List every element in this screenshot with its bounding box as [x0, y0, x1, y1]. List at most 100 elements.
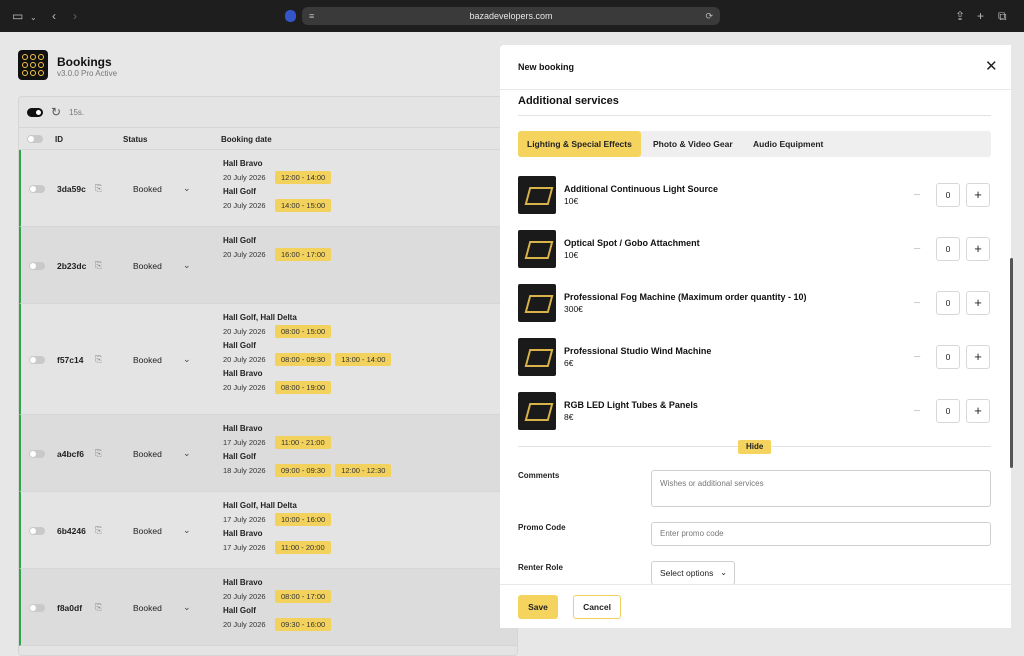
status-value[interactable]: Booked [133, 526, 162, 536]
close-icon[interactable]: ✕ [985, 57, 998, 75]
sidebar-toggle-icon[interactable]: ▭ [12, 9, 23, 23]
chevron-down-icon[interactable]: ⌄ [183, 260, 191, 271]
decrement-button[interactable]: − [906, 183, 928, 207]
chevron-down-icon[interactable]: ⌄ [183, 602, 191, 613]
service-name: Professional Studio Wind Machine [564, 346, 712, 356]
forward-icon[interactable]: › [73, 9, 77, 23]
hall-name: Hall Golf [223, 341, 256, 350]
decrement-button[interactable]: − [906, 345, 928, 369]
time-slot-badge: 10:00 - 16:00 [275, 513, 332, 526]
increment-button[interactable]: + [966, 399, 990, 423]
table-row[interactable]: 3da59c ⎘ Booked ⌄ Hall Bravo 20 July 2026… [19, 150, 517, 227]
chevron-down-icon: ⌄ [720, 568, 727, 577]
copy-icon[interactable]: ⎘ [95, 260, 102, 271]
copy-icon[interactable]: ⎘ [95, 602, 102, 613]
date-line: 20 July 2026 08:00 - 19:00 [223, 381, 395, 394]
decrement-button[interactable]: − [906, 237, 928, 261]
table-row[interactable]: a4bcf6 ⎘ Booked ⌄ Hall Bravo 17 July 2026… [19, 415, 517, 492]
table-toolbar: ↻ 15s. [19, 97, 517, 128]
service-price: 300€ [564, 304, 583, 314]
copy-icon[interactable]: ⎘ [95, 354, 102, 365]
status-value[interactable]: Booked [133, 449, 162, 459]
chevron-down-icon[interactable]: ⌄ [30, 11, 37, 25]
quantity-field[interactable]: 0 [936, 183, 960, 207]
quantity-field[interactable]: 0 [936, 399, 960, 423]
service-price: 6€ [564, 358, 574, 368]
time-slot-badge: 08:00 - 15:00 [275, 325, 332, 338]
date-line: 20 July 2026 16:00 - 17:00 [223, 248, 335, 261]
table-row[interactable]: 6b4246 ⎘ Booked ⌄ Hall Golf, Hall Delta 1… [19, 492, 517, 569]
increment-button[interactable]: + [966, 345, 990, 369]
increment-button[interactable]: + [966, 291, 990, 315]
booking-dates: Hall Golf, Hall Delta 17 July 2026 10:00 -… [223, 498, 335, 554]
renter-role-select[interactable]: Select options ⌄ [651, 561, 735, 585]
time-slot-badge: 11:00 - 20:00 [275, 541, 331, 554]
status-value[interactable]: Booked [133, 355, 162, 365]
row-toggle[interactable] [29, 356, 45, 364]
hide-button[interactable]: Hide [738, 440, 772, 454]
chevron-down-icon[interactable]: ⌄ [183, 183, 191, 194]
copy-icon[interactable]: ⎘ [95, 183, 102, 194]
chevron-down-icon[interactable]: ⌄ [183, 448, 191, 459]
new-tab-icon[interactable]: + [977, 9, 984, 23]
address-bar[interactable]: ≡ bazadevelopers.com ⟳ [302, 7, 720, 25]
decrement-button[interactable]: − [906, 291, 928, 315]
translate-reload-icon[interactable]: ⟳ [705, 7, 713, 25]
row-toggle[interactable] [29, 450, 45, 458]
tabs-overview-icon[interactable]: ⧉ [998, 9, 1007, 23]
refresh-icon[interactable]: ↻ [51, 105, 61, 119]
new-booking-panel: New booking ✕ Additional services Lighti… [500, 45, 1011, 628]
booking-id: f8a0df [57, 603, 83, 613]
quantity-field[interactable]: 0 [936, 345, 960, 369]
table-row[interactable]: 2b23dc ⎘ Booked ⌄ Hall Golf 20 July 2026 1… [19, 227, 517, 304]
toggle-icon[interactable] [27, 108, 43, 117]
privacy-shield-icon[interactable] [285, 10, 296, 22]
chevron-down-icon[interactable]: ⌄ [183, 354, 191, 365]
comments-field[interactable]: Wishes or additional services [651, 470, 991, 507]
page-menu-icon[interactable]: ≡ [309, 7, 314, 25]
hall-name: Hall Bravo [223, 369, 263, 378]
date-line: 17 July 2026 11:00 - 20:00 [223, 541, 335, 554]
tab-photo-video[interactable]: Photo & Video Gear [644, 131, 742, 157]
quantity-field[interactable]: 0 [936, 291, 960, 315]
service-name: Additional Continuous Light Source [564, 184, 718, 194]
status-value[interactable]: Booked [133, 603, 162, 613]
row-toggle[interactable] [29, 527, 45, 535]
increment-button[interactable]: + [966, 237, 990, 261]
booking-id: 6b4246 [57, 526, 86, 536]
booking-date: 20 July 2026 [223, 383, 266, 392]
status-value[interactable]: Booked [133, 184, 162, 194]
save-button[interactable]: Save [518, 595, 558, 619]
select-all-toggle[interactable] [27, 135, 43, 143]
increment-button[interactable]: + [966, 183, 990, 207]
status-value[interactable]: Booked [133, 261, 162, 271]
row-toggle[interactable] [29, 185, 45, 193]
date-line: 20 July 2026 08:00 - 15:00 [223, 325, 395, 338]
service-item: Professional Fog Machine (Maximum order … [518, 284, 991, 324]
time-slot-badge: 12:00 - 14:00 [275, 171, 332, 184]
tab-audio[interactable]: Audio Equipment [744, 131, 832, 157]
service-item: Professional Studio Wind Machine 6€ − 0 … [518, 338, 991, 378]
row-toggle[interactable] [29, 262, 45, 270]
tab-lighting[interactable]: Lighting & Special Effects [518, 131, 641, 157]
decrement-button[interactable]: − [906, 399, 928, 423]
promo-code-field[interactable]: Enter promo code [651, 522, 991, 546]
copy-icon[interactable]: ⎘ [95, 448, 102, 459]
app-version: v3.0.0 Pro Active [57, 69, 118, 78]
chevron-down-icon[interactable]: ⌄ [183, 525, 191, 536]
cancel-button[interactable]: Cancel [573, 595, 621, 619]
copy-icon[interactable]: ⎘ [95, 525, 102, 536]
share-icon[interactable]: ⇪ [955, 9, 965, 23]
hall-name: Hall Bravo [223, 159, 263, 168]
quantity-field[interactable]: 0 [936, 237, 960, 261]
scrollbar[interactable] [1010, 258, 1013, 468]
back-icon[interactable]: ‹ [52, 9, 56, 23]
table-row[interactable]: f57c14 ⎘ Booked ⌄ Hall Golf, Hall Delta 2… [19, 304, 517, 415]
table-row[interactable]: f8a0df ⎘ Booked ⌄ Hall Bravo 20 July 2026… [19, 569, 517, 646]
booking-dates: Hall Bravo 20 July 2026 08:00 - 17:00 Hall … [223, 575, 335, 631]
time-slot-badge: 16:00 - 17:00 [275, 248, 332, 261]
header-status: Status [123, 135, 148, 144]
panel-footer: Save Cancel [500, 584, 1011, 628]
row-toggle[interactable] [29, 604, 45, 612]
booking-date: 20 July 2026 [223, 620, 266, 629]
